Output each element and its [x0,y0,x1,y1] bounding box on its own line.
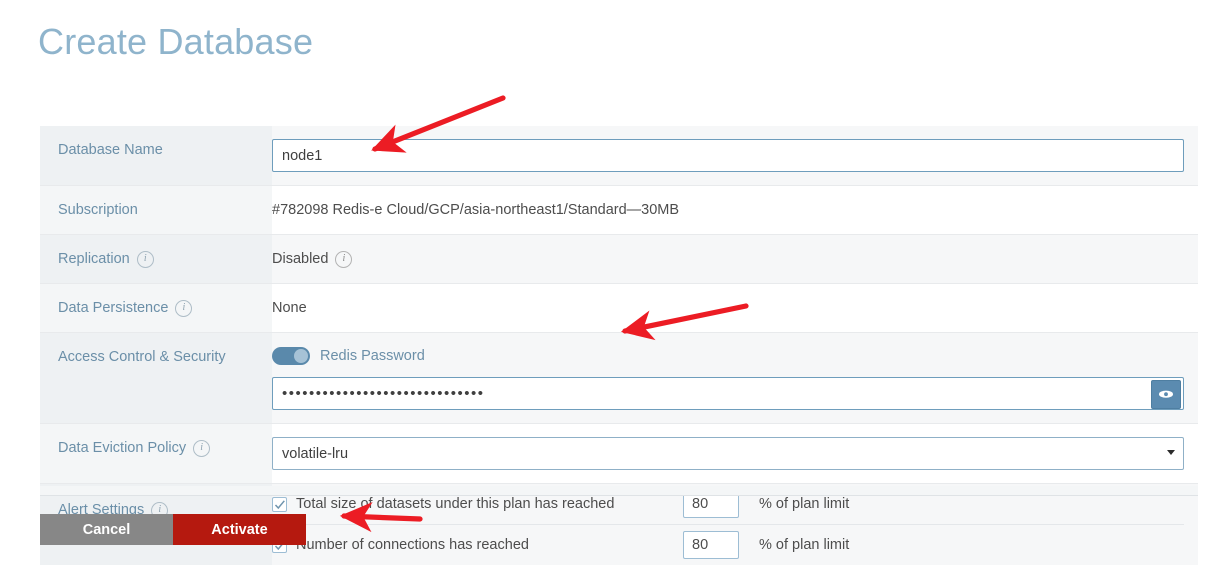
label-data-eviction-policy: Data Eviction Policy i [40,424,272,483]
label-text: Subscription [58,202,138,218]
label-subscription: Subscription [40,186,272,234]
cancel-button[interactable]: Cancel [40,514,173,545]
data-persistence-value-text: None [272,300,307,316]
value-subscription: #782098 Redis-e Cloud/GCP/asia-northeast… [272,186,1198,234]
form-row-replication: Replication i Disabled i [40,235,1198,284]
label-text: Data Eviction Policy [58,440,187,456]
activate-button[interactable]: Activate [173,514,306,545]
page-title: Create Database [38,21,314,62]
alert-item: Number of connections has reached % of p… [272,524,1184,565]
alert-label: Number of connections has reached [296,537,529,553]
value-data-eviction-policy [272,424,1198,483]
label-text: Database Name [58,142,163,158]
info-icon[interactable]: i [335,251,353,268]
label-text: Replication [58,251,130,267]
form-row-data-persistence: Data Persistence i None [40,284,1198,333]
label-data-persistence: Data Persistence i [40,284,272,332]
form-row-data-eviction-policy: Data Eviction Policy i [40,424,1198,484]
alert-threshold-input-connections[interactable] [683,531,739,559]
label-database-name: Database Name [40,126,272,185]
alert-label: Total size of datasets under this plan h… [296,496,615,512]
form-row-database-name: Database Name [40,126,1198,186]
redis-password-toggle[interactable] [272,347,310,365]
redis-password-group [272,377,1184,410]
form-action-bar: Cancel Activate [40,514,306,545]
value-alert-settings: Total size of datasets under this plan h… [272,484,1198,565]
data-eviction-policy-select-wrap [272,437,1184,470]
label-replication: Replication i [40,235,272,283]
redis-password-toggle-row: Redis Password [272,346,1184,366]
label-text: Access Control & Security [58,349,226,365]
database-name-input[interactable] [272,139,1184,172]
eye-icon[interactable] [1151,380,1181,409]
value-data-persistence: None [272,284,1198,332]
subscription-text: #782098 Redis-e Cloud/GCP/asia-northeast… [272,202,680,218]
create-database-form: Database Name Subscription #782098 Redis… [40,126,1198,565]
value-database-name [272,126,1198,185]
redis-password-toggle-label: Redis Password [320,348,425,364]
form-row-access-control: Access Control & Security Redis Password [40,333,1198,424]
label-text: Data Persistence [58,300,169,316]
info-icon[interactable]: i [175,300,193,317]
value-replication: Disabled i [272,235,1198,283]
alert-suffix: % of plan limit [759,496,850,512]
alert-suffix: % of plan limit [759,537,850,553]
form-footer-strip [40,486,1198,496]
redis-password-input[interactable] [272,377,1184,410]
data-eviction-policy-select[interactable] [272,437,1184,470]
alert-checkbox-dataset-size[interactable] [272,496,287,512]
info-icon[interactable]: i [136,251,154,268]
value-access-control: Redis Password [272,333,1198,423]
replication-value-text: Disabled [272,251,329,267]
info-icon[interactable]: i [193,440,211,457]
label-access-control: Access Control & Security [40,333,272,423]
toggle-knob [294,349,308,363]
form-row-subscription: Subscription #782098 Redis-e Cloud/GCP/a… [40,186,1198,235]
